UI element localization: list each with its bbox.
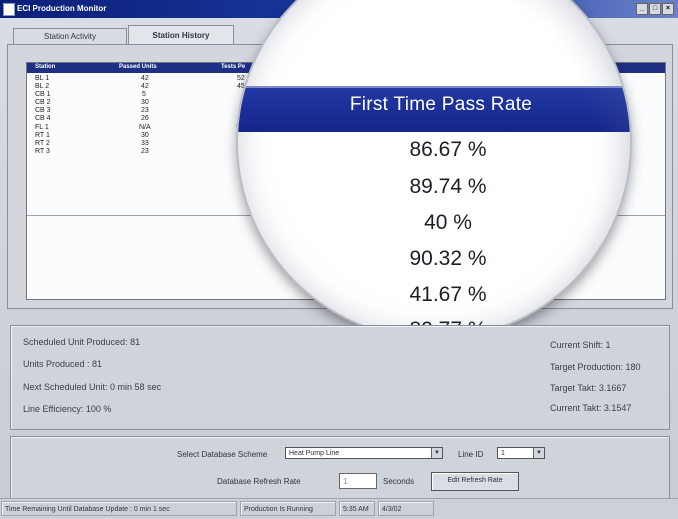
status-bar: Time Remaining Until Database Update : 0… [0, 498, 678, 519]
pass-rate-value: 90.32 % [409, 247, 487, 270]
window-title: ECI Production Monitor [17, 4, 107, 13]
cell-station: FL 1 [35, 123, 49, 131]
pass-rate-value: 41.67 % [409, 283, 487, 306]
units-produced: Units Produced : 81 [23, 359, 103, 369]
maximize-button[interactable]: □ [649, 3, 661, 15]
refresh-rate-label: Database Refresh Rate [217, 477, 301, 486]
cell-passed: N/A [139, 123, 151, 131]
cell-passed: 42 [141, 75, 149, 82]
target-production: Target Production: 180 [550, 362, 641, 372]
pass-rate-value: 86.67 % [409, 138, 487, 161]
cell-passed: 23 [141, 147, 149, 155]
cell-station: CB 2 [35, 99, 51, 107]
scheduled-units-produced: Scheduled Unit Produced: 81 [23, 337, 141, 347]
database-scheme-select[interactable]: Heat Pump Line ▼ [285, 447, 443, 459]
app-icon [3, 3, 15, 16]
line-id-value: 1 [501, 450, 505, 457]
cell-passed: 5 [142, 91, 146, 99]
header-tests-per[interactable]: Tests Pe [221, 64, 245, 70]
status-date: 4/3/02 [378, 501, 434, 516]
refresh-rate-input[interactable]: 1 [339, 473, 377, 489]
database-update-countdown: Time Remaining Until Database Update : 0… [1, 501, 237, 516]
tab-station-activity[interactable]: Station Activity [13, 28, 127, 45]
first-time-pass-rate-header: First Time Pass Rate [349, 94, 533, 115]
cell-passed: 23 [141, 107, 149, 115]
target-takt: Target Takt: 3.1667 [550, 383, 627, 393]
cell-passed: 26 [141, 115, 149, 123]
cell-passed: 33 [141, 139, 149, 147]
production-status: Production Is Running [240, 501, 336, 516]
seconds-label: Seconds [383, 477, 415, 486]
cell-tests: 52 [237, 75, 245, 82]
minimize-button[interactable]: _ [636, 3, 648, 15]
cell-station: RT 2 [35, 139, 50, 147]
production-stats-group: Scheduled Unit Produced: 81 Units Produc… [10, 325, 670, 430]
status-time: 5:35 AM [339, 501, 375, 516]
tab-station-history[interactable]: Station History [128, 25, 234, 46]
current-shift: Current Shift: 1 [550, 340, 611, 350]
cell-station: CB 1 [35, 91, 51, 99]
line-id-select[interactable]: 1 ▼ [497, 447, 545, 459]
cell-passed: 30 [141, 99, 149, 107]
database-scheme-label: Select Database Scheme [177, 450, 268, 459]
chevron-down-icon[interactable]: ▼ [431, 448, 442, 458]
chevron-down-icon[interactable]: ▼ [533, 448, 544, 458]
current-takt: Current Takt: 3.1547 [550, 403, 632, 413]
database-scheme-value: Heat Pump Line [289, 450, 340, 457]
pass-rate-value: 40 % [424, 211, 472, 234]
close-button[interactable]: × [662, 3, 674, 15]
line-id-label: Line ID [458, 450, 484, 459]
edit-refresh-rate-button[interactable]: Edit Refresh Rate [431, 472, 519, 491]
cell-passed: 30 [141, 131, 149, 139]
cell-station: BL 1 [35, 75, 50, 82]
client-area: Station Activity Station History Station… [0, 0, 678, 518]
pass-rate-value: 89.74 % [409, 175, 487, 198]
cell-station: CB 4 [35, 115, 51, 123]
header-station[interactable]: Station [35, 64, 55, 70]
header-passed-units[interactable]: Passed Units [119, 64, 157, 70]
cell-station: RT 3 [35, 147, 50, 155]
database-settings-group: Select Database Scheme Heat Pump Line ▼ … [10, 436, 670, 502]
cell-station: CB 3 [35, 107, 51, 115]
next-scheduled-unit: Next Scheduled Unit: 0 min 58 sec [23, 382, 162, 392]
cell-station: BL 2 [35, 83, 50, 91]
cell-station: RT 1 [35, 131, 50, 139]
line-efficiency: Line Efficiency: 100 % [23, 404, 112, 414]
cell-passed: 42 [141, 83, 149, 91]
lens-header-bar: First Time Pass Rate [238, 86, 630, 132]
